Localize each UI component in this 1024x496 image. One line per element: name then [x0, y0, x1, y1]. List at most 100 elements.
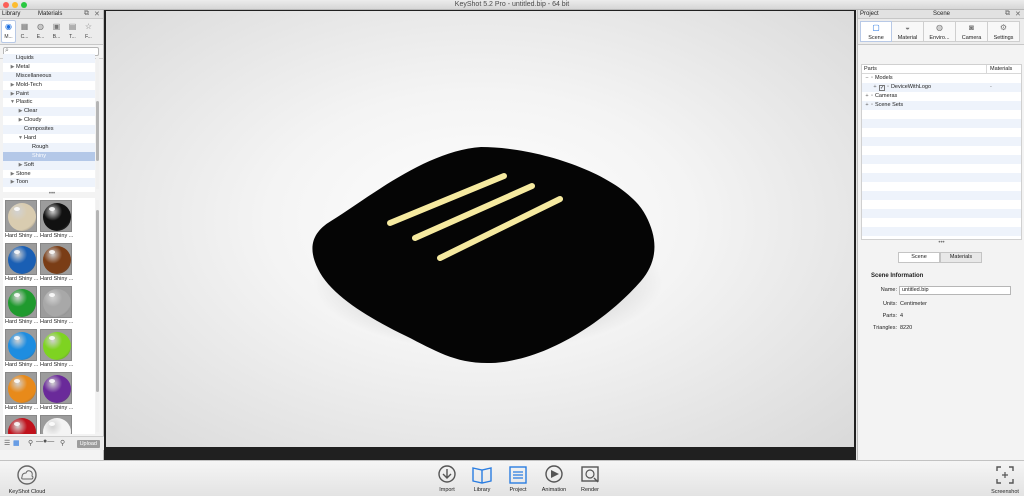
material-thumbnail[interactable]: Hard Shiny ... — [5, 415, 39, 434]
scene-tree-row[interactable]: − ▫ Models — [862, 74, 1021, 83]
undock-icon[interactable]: ⧉ — [84, 10, 89, 18]
list-view-icon[interactable]: ☰ — [4, 439, 10, 447]
tree-item[interactable]: Composites — [3, 125, 95, 135]
materials-column-header: Materials — [986, 65, 1012, 74]
collapsed-arrow-icon[interactable]: ▶ — [9, 178, 16, 187]
expanded-arrow-icon[interactable]: ▼ — [9, 98, 16, 107]
collapse-icon[interactable]: − — [863, 74, 871, 83]
material-thumbnail[interactable]: Hard Shiny ... — [40, 329, 74, 371]
expand-icon[interactable]: + — [863, 92, 871, 101]
info-tab-scene[interactable]: Scene — [898, 252, 940, 263]
tree-item[interactable]: Miscellaneous — [3, 71, 95, 81]
material-thumbnail[interactable]: Hard Shiny ... — [40, 200, 74, 242]
material-thumbnail[interactable]: Hard Shiny ... — [5, 243, 39, 285]
info-tab-materials[interactable]: Materials — [940, 252, 982, 263]
upload-button[interactable]: Upload — [76, 440, 100, 448]
tree-item[interactable]: Rough — [3, 142, 95, 152]
tab-camera[interactable]: ◙ Camera — [956, 21, 988, 42]
tree-item[interactable]: Shiny — [3, 151, 95, 161]
tab-backplates[interactable]: ▣ B... — [49, 20, 64, 43]
tree-item[interactable]: ▶ Clear — [3, 107, 95, 117]
material-thumbnail[interactable]: Hard Shiny ... — [40, 415, 74, 434]
thumbnail-scrollbar[interactable] — [96, 200, 99, 432]
close-icon[interactable]: ✕ — [1015, 10, 1021, 18]
material-icon: ◒ — [905, 23, 910, 32]
device-model[interactable] — [106, 11, 854, 447]
collapsed-arrow-icon[interactable]: ▶ — [9, 90, 16, 99]
tab-environment[interactable]: ◍ Enviro... — [924, 21, 956, 42]
tree-item[interactable]: ▶ Toon — [3, 178, 95, 188]
material-thumbnail-grid: Hard Shiny ... Hard Shiny ... Hard Shiny .… — [3, 198, 95, 434]
grid-view-icon[interactable]: ▦ — [13, 439, 20, 447]
thumbnail-size-slider[interactable]: —●— — [36, 438, 54, 445]
material-thumbnail[interactable]: Hard Shiny ... — [40, 243, 74, 285]
empty-row — [862, 173, 1021, 182]
scene-tree-label: Cameras — [874, 93, 898, 99]
triangles-value: 8220 — [900, 325, 913, 331]
collapsed-arrow-icon[interactable]: ▶ — [17, 116, 24, 125]
animation-button[interactable]: Animation — [534, 464, 574, 494]
tree-scrollbar[interactable] — [96, 57, 99, 189]
material-caption: Hard Shiny ... — [40, 233, 74, 239]
tab-material[interactable]: ◒ Material — [892, 21, 924, 42]
collapsed-arrow-icon[interactable]: ▶ — [9, 170, 16, 179]
collapsed-arrow-icon[interactable]: ▶ — [9, 63, 16, 72]
parts-column-header: Parts — [864, 66, 877, 72]
tree-item[interactable]: ▼Hard — [3, 134, 95, 143]
scene-tree-row[interactable]: + ▫ Cameras — [862, 92, 1021, 101]
material-thumbnail[interactable]: Hard Shiny ... — [5, 329, 39, 371]
tree-item-label: Toon — [16, 179, 29, 186]
tree-item[interactable]: ▶ Stone — [3, 170, 95, 179]
colors-icon: ▦ — [20, 22, 29, 31]
close-icon[interactable]: ✕ — [94, 10, 100, 18]
render-button[interactable]: Render — [570, 464, 610, 494]
collapsed-arrow-icon[interactable]: ▶ — [17, 161, 24, 170]
project-splitter-handle[interactable]: ••• — [858, 240, 1024, 246]
tab-environments[interactable]: ◍ E... — [33, 20, 48, 43]
tree-item[interactable]: ▶ Metal — [3, 63, 95, 72]
expand-icon[interactable]: + — [871, 83, 879, 92]
material-thumbnail[interactable]: Hard Shiny ... — [5, 286, 39, 328]
tab-favorites[interactable]: ☆ F... — [81, 20, 96, 43]
tab-materials[interactable]: ◉ M... — [1, 20, 16, 43]
visibility-checkbox[interactable]: ✓ — [879, 85, 885, 91]
project-header-title: Project — [860, 11, 879, 17]
tree-item[interactable]: Liquids — [3, 54, 95, 63]
render-viewport[interactable] — [104, 10, 856, 460]
material-thumbnail[interactable]: Hard Shiny ... — [5, 372, 39, 414]
tree-item[interactable]: ▶ Soft — [3, 160, 95, 170]
empty-row — [862, 191, 1021, 200]
screenshot-button[interactable]: Screenshot — [986, 464, 1024, 496]
expanded-arrow-icon[interactable]: ▼ — [17, 134, 24, 143]
tree-item-label: Hard — [24, 135, 37, 142]
tab-colors[interactable]: ▦ C... — [17, 20, 32, 43]
library-header-title: Library — [2, 11, 21, 17]
scene-name-field[interactable]: untitled.bip — [899, 286, 1011, 295]
tree-item-label: Plastic — [16, 99, 33, 106]
undock-icon[interactable]: ⧉ — [1005, 10, 1010, 18]
tree-item[interactable]: ▶ Cloudy — [3, 116, 95, 125]
tab-textures[interactable]: ▤ T... — [65, 20, 80, 43]
tree-item[interactable]: ▶ Paint — [3, 89, 95, 99]
import-button[interactable]: Import — [427, 464, 467, 494]
screenshot-label: Screenshot — [991, 489, 1019, 495]
node-icon: ▫ — [871, 102, 873, 108]
collapsed-arrow-icon[interactable]: ▶ — [17, 107, 24, 116]
keyshot-cloud-button[interactable]: KeyShot Cloud — [4, 464, 50, 496]
scene-tree-row[interactable]: + ▫ Scene Sets — [862, 101, 1021, 110]
tree-item[interactable]: ▶ Mold-Tech — [3, 81, 95, 90]
tab-settings[interactable]: ⚙ Settings — [988, 21, 1020, 42]
tab-scene[interactable]: ▢ Scene — [860, 21, 892, 42]
tree-item[interactable]: ▼Plastic — [3, 98, 95, 107]
material-thumbnail[interactable]: Hard Shiny ... — [40, 286, 74, 328]
expand-icon[interactable]: + — [863, 101, 871, 110]
library-button[interactable]: Library — [462, 464, 502, 494]
collapsed-arrow-icon[interactable]: ▶ — [9, 81, 16, 90]
material-thumbnail[interactable]: Hard Shiny ... — [5, 200, 39, 242]
node-icon: ▫ — [871, 75, 873, 81]
project-button[interactable]: Project — [498, 464, 538, 494]
library-header: Library Materials ⧉ ✕ — [0, 10, 103, 19]
material-thumbnail[interactable]: Hard Shiny ... — [40, 372, 74, 414]
scene-tree-row[interactable]: + ✓ ▫ DeviceWithLogo - — [862, 83, 1021, 92]
tree-item-label: Clear — [24, 108, 38, 115]
